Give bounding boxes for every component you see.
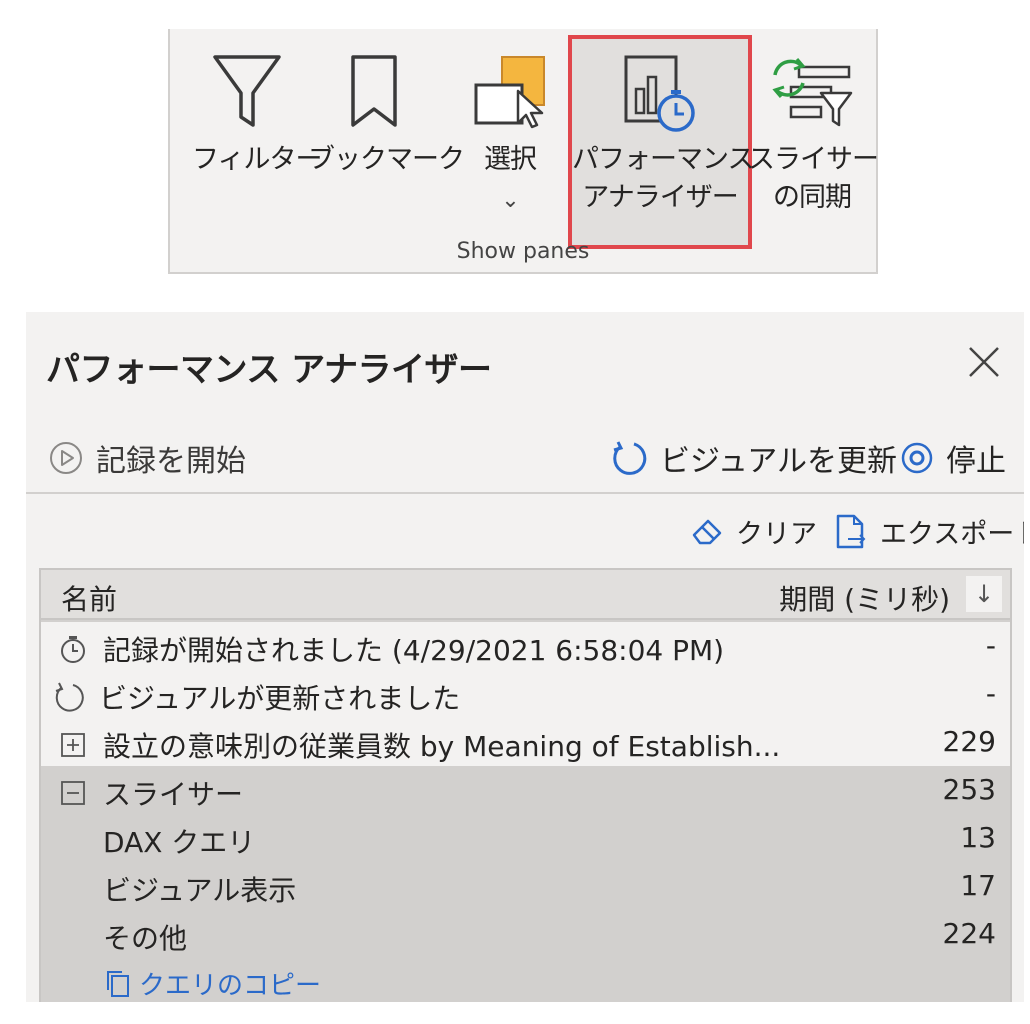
row-duration: 17 (960, 869, 996, 902)
selection-label: 選択 (484, 144, 537, 175)
stop-button[interactable]: 停止 (900, 436, 1006, 480)
chevron-down-icon[interactable]: ⌄ (460, 182, 560, 220)
filter-label: フィルター (192, 144, 322, 175)
row-name: ビジュアルが更新されました (99, 682, 461, 715)
bookmark-label: ブックマーク (308, 144, 465, 175)
row-name: その他 (103, 922, 188, 955)
row-duration: - (985, 677, 996, 710)
performance-analyzer-button[interactable]: パフォーマンス アナライザー (568, 35, 754, 249)
bookmark-button[interactable]: ブックマーク (308, 29, 465, 239)
row-name: ビジュアル表示 (103, 874, 297, 907)
selection-pane-icon (470, 53, 550, 144)
clear-label: クリア (736, 519, 817, 550)
performance-analyzer-pane: パフォーマンス アナライザー 記録を開始 ビジュアルを更新 停止 クリア エクス… (26, 312, 1024, 1002)
start-recording-label: 記録を開始 (96, 444, 246, 479)
filter-button[interactable]: フィルター (192, 29, 322, 239)
row-duration: 229 (942, 725, 996, 758)
copy-query-link[interactable]: クエリのコピー (103, 965, 321, 1002)
performance-analyzer-icon (620, 53, 700, 148)
sort-descending-icon[interactable]: ↓ (966, 576, 1002, 612)
column-header-duration[interactable]: 期間 (ミリ秒) (779, 578, 950, 618)
start-recording-button[interactable]: 記録を開始 (48, 436, 246, 480)
export-button[interactable]: エクスポート (834, 512, 1024, 551)
bookmark-icon (349, 53, 399, 144)
expand-icon[interactable] (55, 729, 91, 761)
group-label: Show panes (456, 239, 590, 264)
selection-button[interactable]: 選択 ⌄ (460, 29, 560, 239)
sync-slicers-button[interactable]: スライサー の同期 (748, 29, 879, 239)
collapse-icon[interactable] (55, 777, 91, 809)
refresh-visuals-button[interactable]: ビジュアルを更新 (610, 436, 897, 480)
table-row[interactable]: スライサー 253 (41, 766, 1010, 814)
table-row[interactable]: その他 224 (41, 910, 1010, 958)
table-header: 名前 期間 (ミリ秒) ↓ (41, 570, 1010, 620)
results-table: 名前 期間 (ミリ秒) ↓ 記録が開始されました (4/29/2021 6:58… (39, 568, 1012, 1002)
play-icon (48, 440, 84, 476)
sync-slicers-icon (769, 53, 855, 144)
row-name: 設立の意味別の従業員数 by Meaning of Establish... (103, 730, 781, 763)
refresh-icon (51, 681, 87, 713)
close-button[interactable] (964, 342, 1004, 382)
pane-title: パフォーマンス アナライザー (46, 350, 492, 390)
ribbon-show-panes-group: フィルター ブックマーク 選択 ⌄ パフォーマンス アナライザー スライサー の… (168, 29, 879, 274)
sync-slicers-label-line2: の同期 (773, 182, 852, 213)
eraser-icon (690, 515, 724, 549)
row-name: DAX クエリ (103, 826, 256, 859)
row-name: 記録が開始されました (4/29/2021 6:58:04 PM) (103, 634, 725, 667)
toolbar-divider (26, 492, 1024, 494)
performance-analyzer-label-line1: パフォーマンス (572, 144, 754, 175)
copy-query-label: クエリのコピー (139, 971, 322, 1001)
row-duration: - (985, 629, 996, 662)
refresh-visuals-label: ビジュアルを更新 (660, 444, 897, 479)
column-header-name[interactable]: 名前 (61, 578, 117, 618)
row-name: スライサー (103, 778, 244, 811)
row-duration: 253 (942, 773, 996, 806)
refresh-icon (610, 439, 648, 477)
export-label: エクスポート (880, 519, 1024, 550)
clear-button[interactable]: クリア (690, 512, 817, 551)
row-duration: 224 (942, 917, 996, 950)
performance-analyzer-label-line2: アナライザー (582, 182, 738, 213)
sync-slicers-label-line1: スライサー (748, 144, 879, 175)
table-row[interactable]: DAX クエリ 13 (41, 814, 1010, 862)
close-icon (969, 347, 999, 377)
table-row[interactable]: 設立の意味別の従業員数 by Meaning of Establish... 2… (41, 718, 1010, 766)
table-row[interactable]: ビジュアルが更新されました - (41, 670, 1010, 718)
copy-query-row: クエリのコピー (41, 958, 1010, 1002)
stopwatch-icon (55, 633, 91, 665)
stop-label: 停止 (946, 444, 1006, 479)
stop-icon (900, 441, 934, 475)
table-row[interactable]: 記録が開始されました (4/29/2021 6:58:04 PM) - (41, 622, 1010, 670)
export-icon (834, 513, 868, 551)
funnel-icon (211, 53, 283, 144)
table-row[interactable]: ビジュアル表示 17 (41, 862, 1010, 910)
copy-icon (103, 968, 133, 1000)
row-duration: 13 (960, 821, 996, 854)
